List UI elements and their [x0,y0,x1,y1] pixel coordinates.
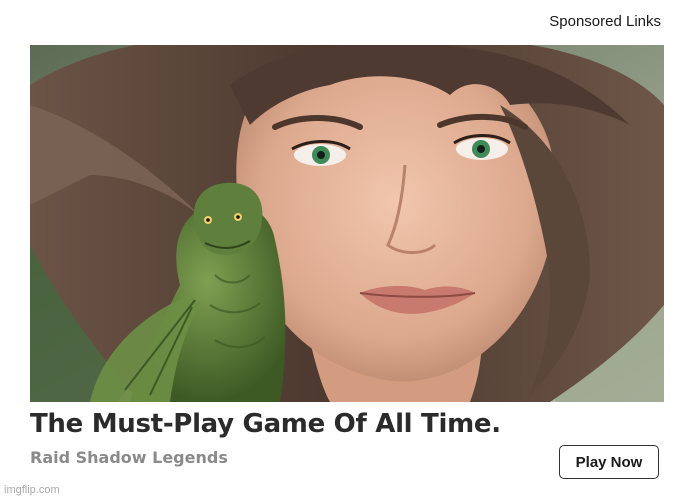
imgflip-watermark: imgflip.com [4,484,60,496]
play-now-button[interactable]: Play Now [559,445,659,479]
ad-hero-image[interactable] [30,45,664,402]
woman-with-dragon-illustration [30,45,664,402]
sponsored-ad-card[interactable]: Sponsored Links The Must-Play Game Of Al… [0,0,694,500]
advertiser-name[interactable]: Raid Shadow Legends [30,448,228,467]
sponsored-links-label: Sponsored Links [549,13,661,30]
ad-headline[interactable]: The Must-Play Game Of All Time. [30,409,501,439]
